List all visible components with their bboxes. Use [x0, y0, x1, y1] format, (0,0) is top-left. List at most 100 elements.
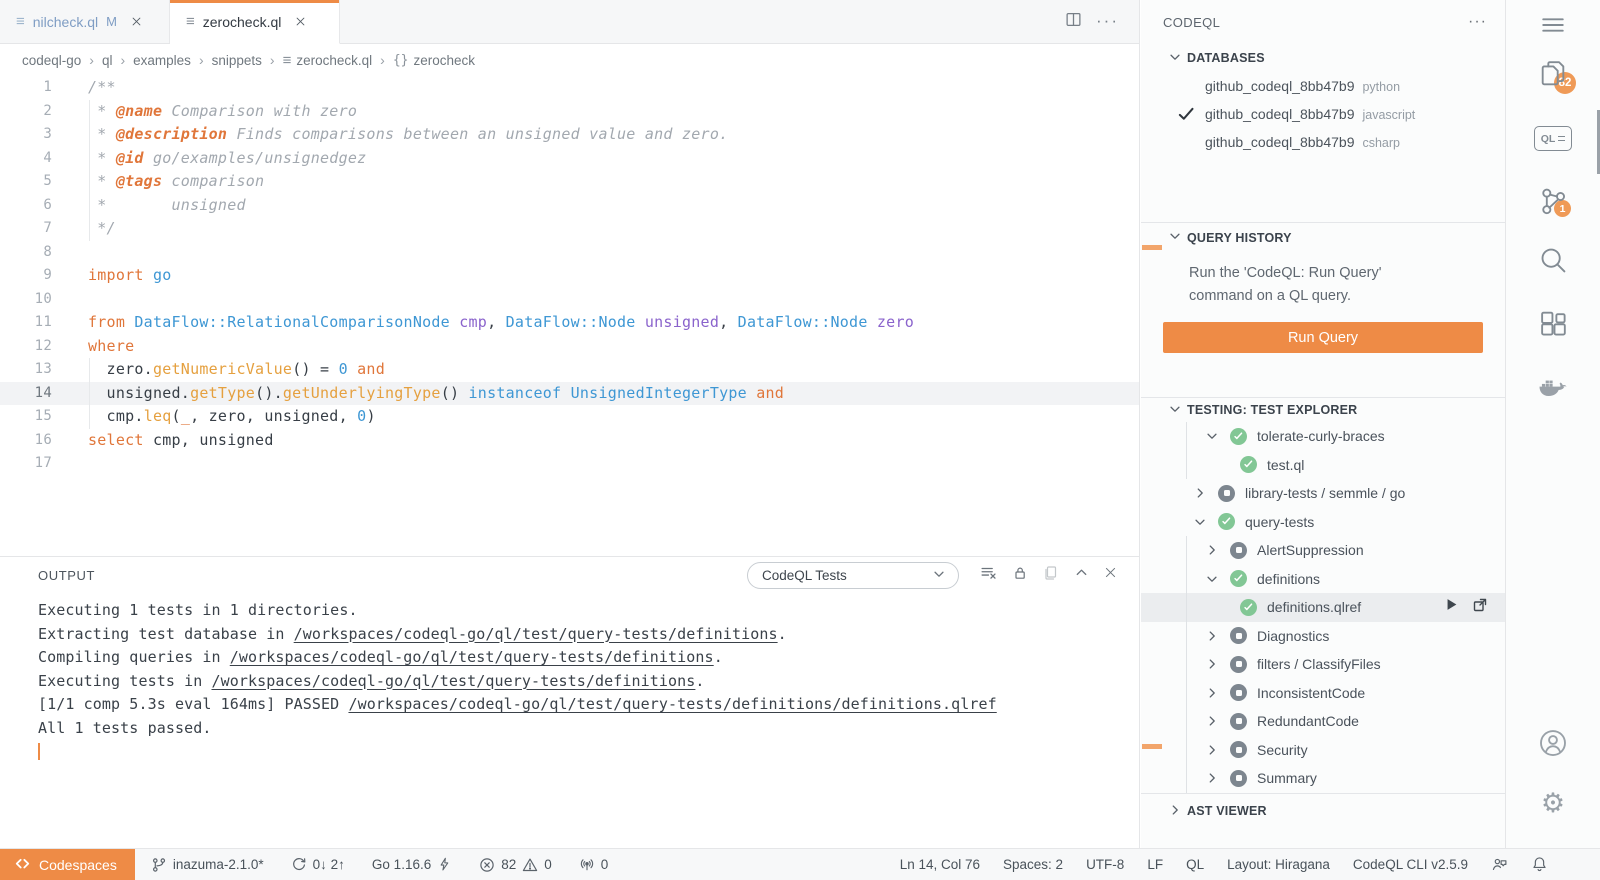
code-line-14[interactable]: 14 unsigned.getType().getUnderlyingType(…: [0, 382, 1139, 406]
status-item-spaces-2[interactable]: Spaces: 2: [1003, 857, 1063, 872]
status-item-feedback[interactable]: [1491, 856, 1508, 873]
test-tree-item-test.ql[interactable]: test.ql: [1141, 451, 1505, 480]
maximize-panel-icon[interactable]: [1074, 565, 1089, 585]
status-item-0-2-[interactable]: 0↓ 2↑: [291, 857, 345, 873]
tab-close-icon[interactable]: [295, 16, 306, 27]
status-item-layout-hiragana[interactable]: Layout: Hiragana: [1227, 857, 1330, 872]
split-editor-icon[interactable]: [1065, 11, 1082, 33]
menu-icon[interactable]: [1506, 12, 1600, 38]
test-tree-item-AlertSuppression[interactable]: AlertSuppression: [1141, 536, 1505, 565]
code-line-8[interactable]: 8: [0, 241, 1139, 265]
test-tree-item-filters-ClassifyFiles[interactable]: filters / ClassifyFiles: [1141, 650, 1505, 679]
code-line-6[interactable]: 6 * unsigned: [0, 194, 1139, 218]
test-tree-item-library-tests-semmle-go[interactable]: library-tests / semmle / go: [1141, 479, 1505, 508]
breadcrumb-item-zerocheck.ql[interactable]: ≡zerocheck.ql: [283, 53, 373, 68]
close-panel-icon[interactable]: [1104, 566, 1117, 584]
breadcrumb-item-snippets[interactable]: snippets: [212, 53, 262, 68]
status-item-inazuma-2-1-0-[interactable]: inazuma-2.1.0*: [151, 857, 264, 873]
breadcrumb-item-ql[interactable]: ql: [102, 53, 113, 68]
code-line-10[interactable]: 10: [0, 288, 1139, 312]
code-editor[interactable]: 1/**2 * @name Comparison with zero3 * @d…: [0, 76, 1139, 556]
test-tree-item-definitions[interactable]: definitions: [1141, 565, 1505, 594]
breadcrumb-item-codeql-go[interactable]: codeql-go: [22, 53, 81, 68]
test-tree-item-InconsistentCode[interactable]: InconsistentCode: [1141, 679, 1505, 708]
code-line-17[interactable]: 17: [0, 452, 1139, 476]
query-files-icon[interactable]: [1506, 58, 1600, 88]
account-icon[interactable]: [1506, 728, 1600, 758]
chevron-right-icon[interactable]: [1205, 771, 1219, 785]
chevron-down-icon[interactable]: [1205, 572, 1219, 586]
status-item-ql[interactable]: QL: [1186, 857, 1204, 872]
status-item-82[interactable]: 820: [479, 857, 552, 873]
run-query-button[interactable]: Run Query: [1163, 322, 1483, 353]
code-line-5[interactable]: 5 * @tags comparison: [0, 170, 1139, 194]
code-line-3[interactable]: 3 * @description Finds comparisons betwe…: [0, 123, 1139, 147]
tab-zerocheck.ql[interactable]: ≡zerocheck.ql: [170, 0, 340, 44]
database-item-csharp[interactable]: github_codeql_8bb47b9csharp: [1141, 128, 1505, 156]
test-tree-item-query-tests[interactable]: query-tests: [1141, 508, 1505, 537]
code-line-7[interactable]: 7 */: [0, 217, 1139, 241]
chevron-right-icon[interactable]: [1193, 486, 1207, 500]
clear-output-icon[interactable]: [980, 564, 997, 586]
code-line-16[interactable]: 16select cmp, unsigned: [0, 429, 1139, 453]
test-tree-item-Diagnostics[interactable]: Diagnostics: [1141, 622, 1505, 651]
editor-more-actions-icon[interactable]: ···: [1096, 12, 1119, 31]
chevron-right-icon[interactable]: [1205, 743, 1219, 757]
output-path-link[interactable]: /workspaces/codeql-go/ql/test/query-test…: [348, 695, 996, 713]
section-test-explorer[interactable]: TESTING: TEST EXPLORER: [1141, 397, 1505, 422]
test-tree-item-Security[interactable]: Security: [1141, 736, 1505, 765]
code-line-1[interactable]: 1/**: [0, 76, 1139, 100]
output-path-link[interactable]: /workspaces/codeql-go/ql/test/query-test…: [211, 672, 695, 690]
chevron-down-icon[interactable]: [1193, 515, 1207, 529]
status-item-ln-14-col-76[interactable]: Ln 14, Col 76: [900, 857, 980, 872]
breadcrumb-item-examples[interactable]: examples: [133, 53, 191, 68]
chevron-right-icon[interactable]: [1205, 714, 1219, 728]
search-icon[interactable]: [1506, 245, 1600, 275]
test-tree-item-RedundantCode[interactable]: RedundantCode: [1141, 707, 1505, 736]
section-databases[interactable]: DATABASES: [1141, 44, 1505, 72]
output-channel-select[interactable]: CodeQL Tests: [747, 562, 959, 589]
output-path-link[interactable]: /workspaces/codeql-go/ql/test/query-test…: [230, 648, 714, 666]
sidebar-more-icon[interactable]: ···: [1468, 13, 1487, 31]
section-ast-viewer[interactable]: AST VIEWER: [1141, 793, 1505, 829]
code-line-13[interactable]: 13 zero.getNumericValue() = 0 and: [0, 358, 1139, 382]
code-line-9[interactable]: 9import go: [0, 264, 1139, 288]
chevron-right-icon[interactable]: [1205, 657, 1219, 671]
test-tree-item-tolerate-curly-braces[interactable]: tolerate-curly-braces: [1141, 422, 1505, 451]
status-item-lf[interactable]: LF: [1147, 857, 1163, 872]
code-line-11[interactable]: 11from DataFlow::RelationalComparisonNod…: [0, 311, 1139, 335]
tab-nilcheck.ql[interactable]: ≡nilcheck.qlM: [0, 0, 170, 43]
status-item-go-1-16-6[interactable]: Go 1.16.6: [372, 857, 452, 872]
chevron-down-icon[interactable]: [1205, 429, 1219, 443]
tab-close-icon[interactable]: [131, 16, 142, 27]
code-line-2[interactable]: 2 * @name Comparison with zero: [0, 100, 1139, 124]
status-item-bell[interactable]: [1531, 856, 1548, 873]
status-item-utf-8[interactable]: UTF-8: [1086, 857, 1124, 872]
chevron-right-icon[interactable]: [1205, 686, 1219, 700]
goto-test-icon[interactable]: [1472, 597, 1488, 618]
code-line-4[interactable]: 4 * @id go/examples/unsignedgez: [0, 147, 1139, 171]
database-item-javascript[interactable]: github_codeql_8bb47b9javascript: [1141, 100, 1505, 128]
extensions-icon[interactable]: [1506, 310, 1600, 340]
test-tree-item-Summary[interactable]: Summary: [1141, 764, 1505, 793]
chevron-right-icon: [1168, 803, 1182, 820]
code-line-12[interactable]: 12where: [0, 335, 1139, 359]
run-test-icon[interactable]: [1444, 597, 1459, 617]
lock-scroll-icon[interactable]: [1012, 565, 1028, 586]
chevron-right-icon[interactable]: [1205, 543, 1219, 557]
settings-gear-icon[interactable]: ⚙: [1506, 790, 1600, 817]
status-item-0[interactable]: 0: [579, 857, 609, 873]
source-control-graph-icon[interactable]: [1506, 186, 1600, 216]
output-path-link[interactable]: /workspaces/codeql-go/ql/test/query-test…: [294, 625, 778, 643]
test-tree-item-definitions.qlref[interactable]: definitions.qlref: [1141, 593, 1505, 622]
code-line-15[interactable]: 15 cmp.leq(_, zero, unsigned, 0): [0, 405, 1139, 429]
database-item-python[interactable]: github_codeql_8bb47b9python: [1141, 72, 1505, 100]
section-query-history[interactable]: QUERY HISTORY: [1141, 222, 1505, 252]
breadcrumb-item-zerocheck[interactable]: {}zerocheck: [393, 53, 475, 68]
docker-icon[interactable]: [1506, 374, 1600, 404]
status-item-codeql-cli-v2-5-9[interactable]: CodeQL CLI v2.5.9: [1353, 857, 1468, 872]
remote-indicator-codespaces[interactable]: Codespaces: [0, 849, 135, 880]
chevron-right-icon[interactable]: [1205, 629, 1219, 643]
open-log-file-icon[interactable]: [1043, 565, 1059, 586]
codeql-view-icon[interactable]: QL: [1506, 126, 1600, 151]
